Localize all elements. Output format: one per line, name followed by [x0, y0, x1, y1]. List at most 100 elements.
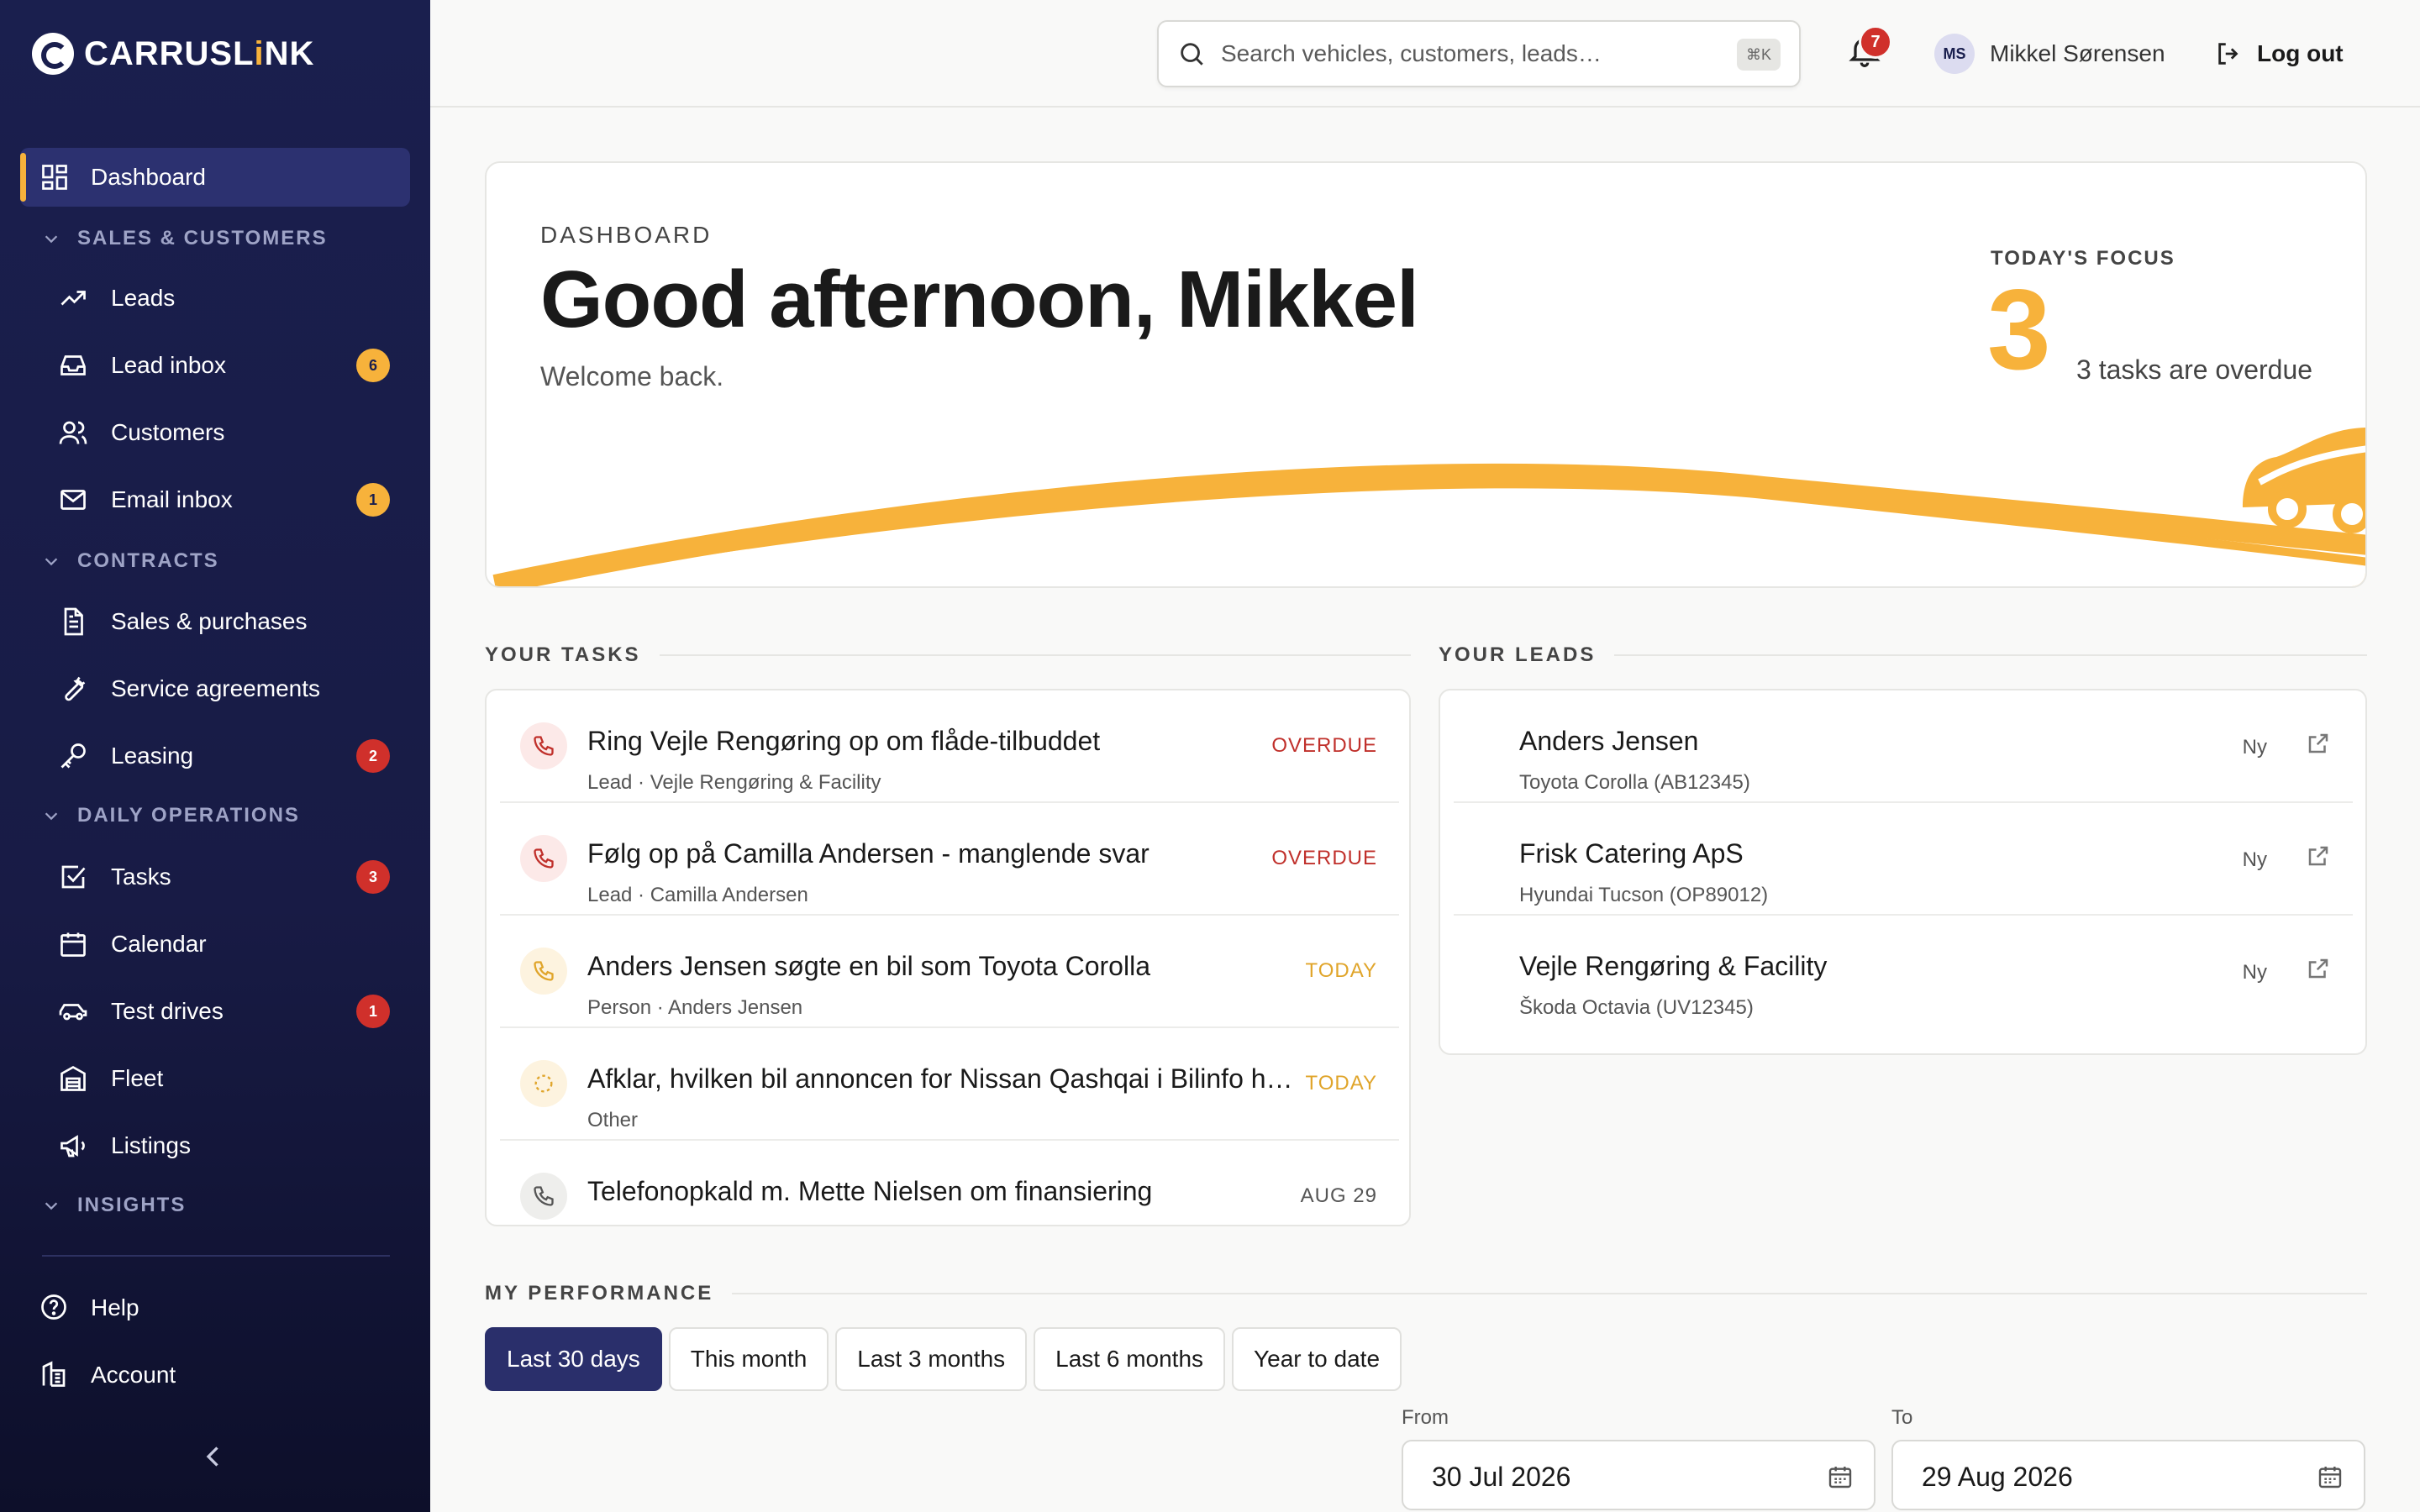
chevron-down-icon	[45, 558, 58, 566]
chevron-down-icon	[45, 235, 58, 244]
tasks-heading: YOUR TASKS	[485, 638, 1411, 672]
help-icon	[39, 1292, 71, 1324]
warehouse-icon	[57, 1063, 89, 1095]
from-date-field[interactable]: 30 Jul 2026	[1402, 1440, 1876, 1510]
notifications-badge: 7	[1859, 25, 1892, 59]
sidebar-item-label: Dashboard	[91, 164, 206, 190]
sidebar-item-help[interactable]: Help	[20, 1278, 410, 1337]
section-sales-customers[interactable]: SALES & CUSTOMERS	[42, 222, 328, 255]
sidebar-item-leasing[interactable]: Leasing 2	[20, 727, 410, 785]
sidebar-item-account[interactable]: Account	[20, 1346, 410, 1404]
chevron-down-icon	[45, 1202, 58, 1210]
lead-row[interactable]: Frisk Catering ApS Hyundai Tucson (OP890…	[1454, 803, 2353, 916]
task-status: TODAY	[1305, 959, 1377, 982]
calendar-icon	[1828, 1467, 1852, 1488]
task-status: AUG 29	[1300, 1184, 1377, 1207]
lead-status: Ny	[2242, 961, 2267, 984]
megaphone-icon	[57, 1130, 89, 1162]
logout-icon	[2218, 43, 2238, 65]
task-row[interactable]: Ring Vejle Rengøring op om flåde-tilbudd…	[500, 690, 1399, 803]
phone-icon	[520, 1173, 567, 1220]
sidebar-item-customers[interactable]: Customers	[20, 403, 410, 462]
sidebar-item-listings[interactable]: Listings	[20, 1116, 410, 1175]
task-row[interactable]: Anders Jensen søgte en bil som Toyota Co…	[500, 916, 1399, 1028]
focus-count: 3	[1987, 265, 2051, 393]
period-last-3-months[interactable]: Last 3 months	[835, 1327, 1028, 1391]
leads-heading: YOUR LEADS	[1439, 638, 2367, 672]
phone-icon	[520, 948, 567, 995]
section-insights[interactable]: INSIGHTS	[42, 1189, 186, 1222]
task-row[interactable]: Følg op på Camilla Andersen - manglende …	[500, 803, 1399, 916]
hero-subtitle: Welcome back.	[540, 361, 724, 391]
phone-icon	[520, 722, 567, 769]
sidebar-item-fleet[interactable]: Fleet	[20, 1049, 410, 1108]
avatar[interactable]: MS	[1934, 34, 1975, 74]
mail-icon	[57, 484, 89, 516]
page-title: Good afternoon, Mikkel	[540, 255, 1419, 344]
search-box[interactable]: ⌘K	[1157, 20, 1801, 87]
wrench-icon	[57, 673, 89, 705]
brand-logo[interactable]: CARRUSLiNK	[32, 30, 314, 77]
period-last-30-days[interactable]: Last 30 days	[485, 1327, 662, 1391]
task-status: OVERDUE	[1271, 734, 1377, 757]
lead-row[interactable]: Anders Jensen Toyota Corolla (AB12345) N…	[1454, 690, 2353, 803]
calendar-icon	[57, 928, 89, 960]
sidebar-item-test-drives[interactable]: Test drives 1	[20, 982, 410, 1041]
checkbox-icon	[57, 861, 89, 893]
sidebar-item-dashboard[interactable]: Dashboard	[20, 148, 410, 207]
hero-eyebrow: DASHBOARD	[540, 222, 713, 248]
collapse-sidebar-icon[interactable]	[198, 1441, 232, 1475]
trending-up-icon	[57, 282, 89, 314]
section-daily-operations[interactable]: DAILY OPERATIONS	[42, 799, 300, 832]
external-link-icon[interactable]	[2306, 731, 2333, 758]
logout-button[interactable]: Log out	[2215, 35, 2344, 72]
calendar-icon	[2318, 1467, 2342, 1488]
users-icon	[57, 417, 89, 449]
sidebar-item-service-agreements[interactable]: Service agreements	[20, 659, 410, 718]
brand-name: CARRUSLiNK	[84, 34, 315, 72]
test-drives-badge: 1	[356, 995, 390, 1028]
lead-row[interactable]: Vejle Rengøring & Facility Škoda Octavia…	[1454, 916, 2353, 1028]
sidebar-item-leads[interactable]: Leads	[20, 269, 410, 328]
top-bar: ⌘K 7 MS Mikkel Sørensen Log out	[430, 0, 2420, 108]
search-shortcut: ⌘K	[1737, 39, 1781, 71]
lead-status: Ny	[2242, 736, 2267, 759]
performance-heading: MY PERFORMANCE	[485, 1277, 2367, 1310]
to-date-field[interactable]: 29 Aug 2026	[1891, 1440, 2365, 1510]
user-name[interactable]: Mikkel Sørensen	[1990, 40, 2165, 67]
sidebar-item-tasks[interactable]: Tasks 3	[20, 848, 410, 906]
search-icon	[1181, 43, 1203, 66]
sidebar-item-calendar[interactable]: Calendar	[20, 915, 410, 974]
dashboard-icon	[39, 161, 71, 193]
sidebar-item-sales-purchases[interactable]: Sales & purchases	[20, 592, 410, 651]
period-year-to-date[interactable]: Year to date	[1232, 1327, 1402, 1391]
tasks-card: Ring Vejle Rengøring op om flåde-tilbudd…	[485, 689, 1411, 1226]
task-row[interactable]: Afklar, hvilken bil annoncen for Nissan …	[500, 1028, 1399, 1141]
search-input[interactable]	[1221, 40, 1725, 67]
inbox-icon	[57, 349, 89, 381]
task-status: OVERDUE	[1271, 847, 1377, 869]
chevron-down-icon	[45, 812, 58, 821]
dashed-circle-icon	[520, 1060, 567, 1107]
to-label: To	[1891, 1406, 1913, 1429]
lead-inbox-badge: 6	[356, 349, 390, 382]
period-last-6-months[interactable]: Last 6 months	[1034, 1327, 1226, 1391]
sidebar-item-email-inbox[interactable]: Email inbox 1	[20, 470, 410, 529]
leads-card: Anders Jensen Toyota Corolla (AB12345) N…	[1439, 689, 2367, 1055]
from-label: From	[1402, 1406, 1449, 1429]
key-icon	[57, 740, 89, 772]
welcome-hero: DASHBOARD Good afternoon, Mikkel Welcome…	[485, 161, 2367, 588]
task-row[interactable]: Telefonopkald m. Mette Nielsen om finans…	[500, 1141, 1399, 1225]
logo-icon	[32, 33, 74, 75]
sidebar-item-lead-inbox[interactable]: Lead inbox 6	[20, 336, 410, 395]
period-this-month[interactable]: This month	[668, 1327, 829, 1391]
external-link-icon[interactable]	[2306, 956, 2333, 983]
lead-status: Ny	[2242, 848, 2267, 871]
sidebar-divider	[42, 1255, 390, 1257]
section-contracts[interactable]: CONTRACTS	[42, 544, 219, 578]
focus-text[interactable]: 3 tasks are overdue	[2076, 354, 2312, 386]
phone-icon	[520, 835, 567, 882]
leasing-badge: 2	[356, 739, 390, 773]
external-link-icon[interactable]	[2306, 843, 2333, 870]
period-selector: Last 30 days This month Last 3 months La…	[485, 1327, 1402, 1391]
